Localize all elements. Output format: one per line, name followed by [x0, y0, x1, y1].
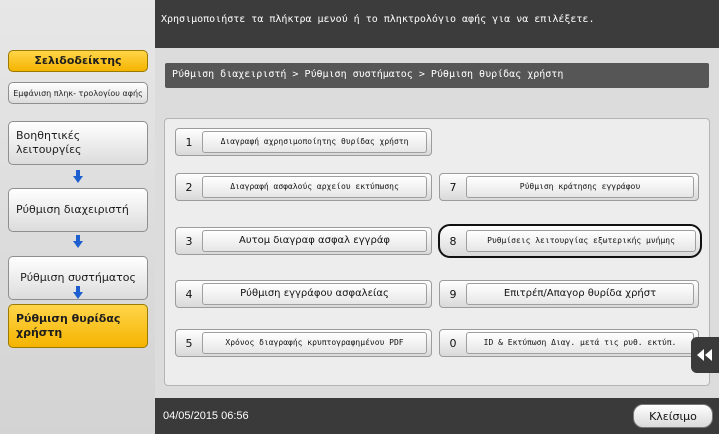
menu-item-4[interactable]: 4 Ρύθμιση εγγράφου ασφαλείας	[175, 280, 432, 308]
menu-item-5[interactable]: 5 Χρόνος διαγραφής κρυπτογραφημένου PDF	[175, 329, 432, 357]
menu-number: 1	[185, 135, 193, 149]
menu-label: Επιτρέπ/Απαγορ θυρίδα χρήστ	[466, 283, 694, 305]
menu-number: 3	[185, 234, 193, 248]
menu-label: Ρυθμίσεις λειτουργίας εξωτερικής μνήμης	[466, 230, 696, 252]
sidebar-item-label: Ρύθμιση θυρίδας χρήστη	[16, 312, 121, 339]
bookmark-label: Σελιδοδείκτης	[34, 54, 122, 67]
breadcrumb-text: Ρύθμιση διαχειριστή > Ρύθμιση συστήματος…	[172, 69, 564, 80]
menu-label: Ρύθμιση κράτησης εγγράφου	[466, 176, 694, 198]
main-panel: Ρύθμιση διαχειριστή > Ρύθμιση συστήματος…	[155, 48, 719, 398]
close-button[interactable]: Κλείσιμο	[633, 404, 713, 428]
instruction-bar: Χρησιμοποιήστε τα πλήκτρα μενού ή το πλη…	[155, 0, 719, 50]
touch-keypad-label: Εμφάνιση πληκ- τρολογίου αφής	[13, 88, 143, 98]
menu-number: 2	[185, 180, 193, 194]
menu-label: ID & Εκτύπωση Διαγ. μετά τις ρυθ. εκτύπ.	[466, 332, 694, 354]
menu-item-9[interactable]: 9 Επιτρέπ/Απαγορ θυρίδα χρήστ	[439, 280, 699, 308]
menu-number: 0	[449, 336, 457, 350]
status-footer: 04/05/2015 06:56 Κλείσιμο	[155, 398, 719, 434]
menu-number: 5	[185, 336, 193, 350]
menu-label: Ρύθμιση εγγράφου ασφαλείας	[202, 283, 427, 305]
menu-number: 8	[449, 234, 457, 248]
sidebar-item-utility[interactable]: Βοηθητικές λειτουργίες	[8, 121, 148, 165]
menu-item-8[interactable]: 8 Ρυθμίσεις λειτουργίας εξωτερικής μνήμη…	[438, 224, 702, 258]
arrow-down-icon	[73, 235, 83, 248]
double-chevron-left-icon	[697, 349, 712, 361]
menu-item-7[interactable]: 7 Ρύθμιση κράτησης εγγράφου	[439, 173, 699, 201]
close-label: Κλείσιμο	[649, 409, 697, 423]
sidebar-item-label: Ρύθμιση συστήματος	[20, 271, 136, 284]
menu-item-3[interactable]: 3 Αυτομ διαγραφ ασφαλ εγγράφ	[175, 227, 432, 255]
menu-label: Χρόνος διαγραφής κρυπτογραφημένου PDF	[202, 332, 427, 354]
datetime: 04/05/2015 06:56	[163, 410, 249, 422]
menu-number: 4	[185, 287, 193, 301]
sidebar: Σελιδοδείκτης Εμφάνιση πληκ- τρολογίου α…	[0, 0, 155, 434]
sidebar-item-label: Ρύθμιση διαχειριστή	[16, 203, 129, 216]
menu-item-0[interactable]: 0 ID & Εκτύπωση Διαγ. μετά τις ρυθ. εκτύ…	[439, 329, 699, 357]
menu-label: Διαγραφή ασφαλούς αρχείου εκτύπωσης	[202, 176, 427, 198]
panel-collapse-tab[interactable]	[691, 337, 719, 373]
menu-item-1[interactable]: 1 Διαγραφή αχρησιμοποίητης θυρίδας χρήστ…	[175, 128, 432, 156]
sidebar-item-label: Βοηθητικές λειτουργίες	[16, 129, 82, 156]
menu-number: 7	[449, 180, 457, 194]
sidebar-item-user-box-settings[interactable]: Ρύθμιση θυρίδας χρήστη	[8, 304, 148, 348]
menu-item-2[interactable]: 2 Διαγραφή ασφαλούς αρχείου εκτύπωσης	[175, 173, 432, 201]
touch-keypad-button[interactable]: Εμφάνιση πληκ- τρολογίου αφής	[8, 82, 148, 104]
menu-label: Αυτομ διαγραφ ασφαλ εγγράφ	[202, 230, 427, 252]
arrow-down-icon	[73, 286, 83, 299]
bookmark-button[interactable]: Σελιδοδείκτης	[8, 50, 148, 72]
breadcrumb: Ρύθμιση διαχειριστή > Ρύθμιση συστήματος…	[165, 63, 709, 88]
arrow-down-icon	[73, 170, 83, 183]
sidebar-item-admin-settings[interactable]: Ρύθμιση διαχειριστή	[8, 188, 148, 232]
menu-label: Διαγραφή αχρησιμοποίητης θυρίδας χρήστη	[202, 131, 427, 153]
menu-number: 9	[449, 287, 457, 301]
instruction-text: Χρησιμοποιήστε τα πλήκτρα μενού ή το πλη…	[161, 14, 595, 25]
